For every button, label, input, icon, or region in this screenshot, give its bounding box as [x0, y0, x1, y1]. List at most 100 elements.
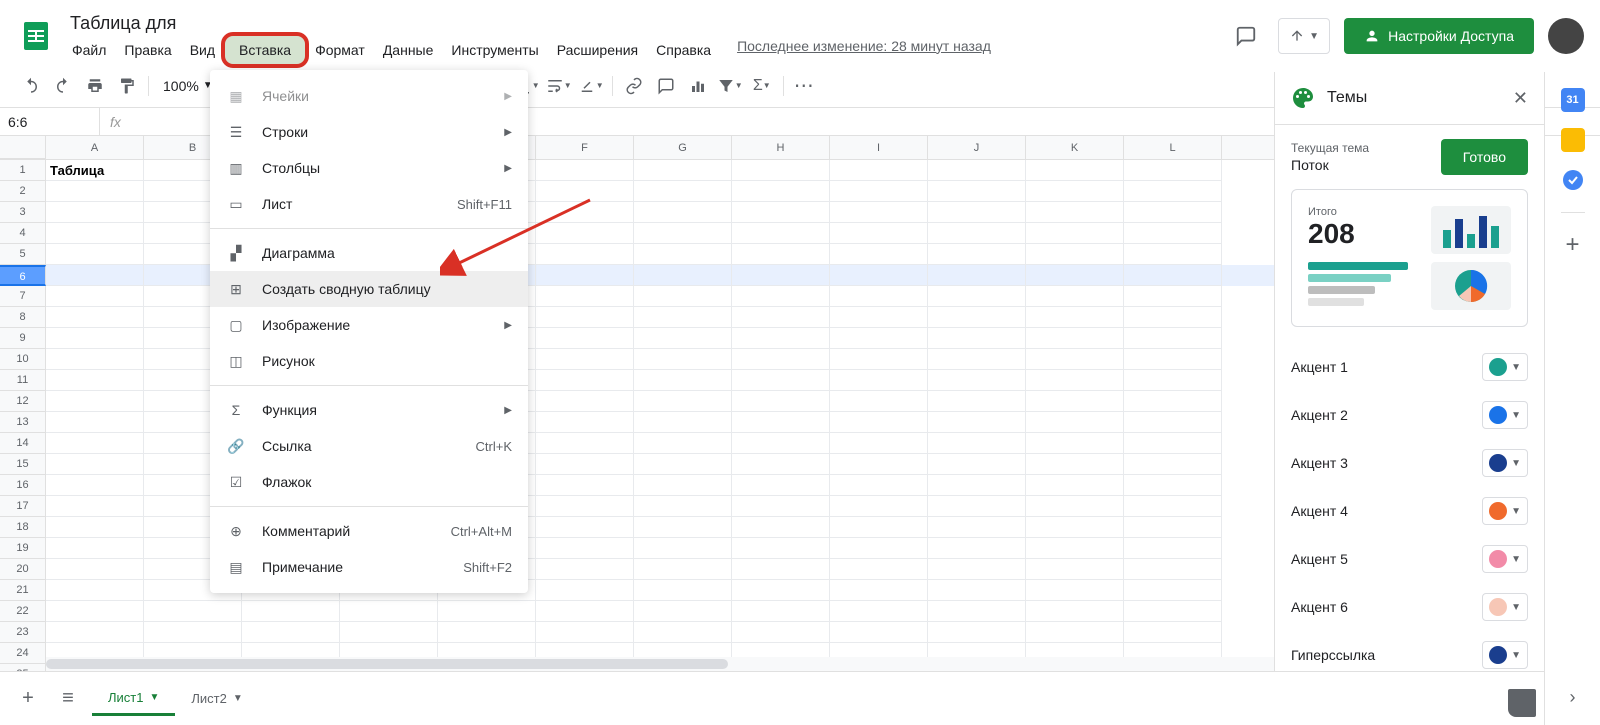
- cell[interactable]: [732, 601, 830, 622]
- row-header[interactable]: 11: [0, 370, 46, 391]
- done-button[interactable]: Готово: [1441, 139, 1528, 175]
- menu-вставка[interactable]: Вставка: [221, 32, 309, 68]
- cell[interactable]: [732, 160, 830, 181]
- menu-item-sigma[interactable]: ΣФункция▶: [210, 392, 528, 428]
- cell[interactable]: [928, 286, 1026, 307]
- cell[interactable]: [1124, 244, 1222, 265]
- row-header[interactable]: 15: [0, 454, 46, 475]
- cell[interactable]: [732, 202, 830, 223]
- cell[interactable]: [1124, 265, 1222, 286]
- cell[interactable]: [46, 391, 144, 412]
- cell[interactable]: [46, 475, 144, 496]
- cell[interactable]: [1124, 517, 1222, 538]
- cell[interactable]: [1026, 286, 1124, 307]
- menu-справка[interactable]: Справка: [648, 38, 719, 62]
- sheet-tab[interactable]: Лист1 ▼: [92, 682, 175, 716]
- menu-расширения[interactable]: Расширения: [549, 38, 646, 62]
- row-header[interactable]: 8: [0, 307, 46, 328]
- add-addon-icon[interactable]: +: [1561, 233, 1585, 257]
- cell[interactable]: [830, 601, 928, 622]
- cell[interactable]: [340, 622, 438, 643]
- cell[interactable]: [536, 223, 634, 244]
- cell[interactable]: [242, 601, 340, 622]
- cell[interactable]: [928, 433, 1026, 454]
- menu-item-sheet[interactable]: ▭ЛистShift+F11: [210, 186, 528, 222]
- cell[interactable]: [634, 601, 732, 622]
- cell[interactable]: [830, 349, 928, 370]
- cell[interactable]: [1124, 307, 1222, 328]
- cell[interactable]: [928, 202, 1026, 223]
- col-header[interactable]: I: [830, 136, 928, 159]
- cell[interactable]: [928, 475, 1026, 496]
- cell[interactable]: [830, 433, 928, 454]
- cell[interactable]: [928, 622, 1026, 643]
- collapse-rail-icon[interactable]: ›: [1561, 685, 1585, 709]
- cell[interactable]: [1026, 517, 1124, 538]
- cell[interactable]: [1124, 370, 1222, 391]
- cell[interactable]: [732, 223, 830, 244]
- cell[interactable]: [536, 244, 634, 265]
- cell[interactable]: [1124, 580, 1222, 601]
- link-button[interactable]: [619, 71, 649, 101]
- cell[interactable]: [732, 580, 830, 601]
- cell[interactable]: [928, 496, 1026, 517]
- color-picker[interactable]: ▼: [1482, 401, 1528, 429]
- cell[interactable]: [1124, 433, 1222, 454]
- cell[interactable]: [732, 349, 830, 370]
- cell[interactable]: [634, 475, 732, 496]
- cell[interactable]: [1124, 475, 1222, 496]
- cell[interactable]: [46, 412, 144, 433]
- cell[interactable]: [928, 349, 1026, 370]
- col-header[interactable]: L: [1124, 136, 1222, 159]
- cell[interactable]: [634, 181, 732, 202]
- cell[interactable]: [1026, 223, 1124, 244]
- cell[interactable]: [830, 517, 928, 538]
- cell[interactable]: [928, 223, 1026, 244]
- cell[interactable]: [830, 286, 928, 307]
- cell[interactable]: [242, 622, 340, 643]
- cell[interactable]: [928, 580, 1026, 601]
- cell[interactable]: [732, 538, 830, 559]
- cell[interactable]: [536, 370, 634, 391]
- menu-файл[interactable]: Файл: [64, 38, 114, 62]
- cell[interactable]: [830, 538, 928, 559]
- cell[interactable]: [1026, 244, 1124, 265]
- cell[interactable]: [46, 496, 144, 517]
- cell[interactable]: [1026, 391, 1124, 412]
- row-header[interactable]: 5: [0, 244, 46, 265]
- menu-item-link[interactable]: 🔗СсылкаCtrl+K: [210, 428, 528, 464]
- row-header[interactable]: 13: [0, 412, 46, 433]
- cell[interactable]: [634, 328, 732, 349]
- cell[interactable]: [46, 307, 144, 328]
- menu-вид[interactable]: Вид: [182, 38, 223, 62]
- cell[interactable]: [830, 391, 928, 412]
- cell[interactable]: [634, 202, 732, 223]
- sheet-tab[interactable]: Лист2 ▼: [175, 682, 258, 716]
- cell[interactable]: [634, 370, 732, 391]
- cell[interactable]: [634, 433, 732, 454]
- cell[interactable]: [536, 559, 634, 580]
- col-header[interactable]: F: [536, 136, 634, 159]
- cell[interactable]: [536, 517, 634, 538]
- row-header[interactable]: 20: [0, 559, 46, 580]
- tasks-icon[interactable]: [1561, 168, 1585, 192]
- menu-item-comment[interactable]: ⊕КомментарийCtrl+Alt+M: [210, 513, 528, 549]
- row-header[interactable]: 7: [0, 286, 46, 307]
- name-box[interactable]: 6:6: [0, 108, 100, 135]
- cell[interactable]: [732, 433, 830, 454]
- color-picker[interactable]: ▼: [1482, 593, 1528, 621]
- cell[interactable]: [536, 622, 634, 643]
- cell[interactable]: [1124, 286, 1222, 307]
- cell[interactable]: [536, 496, 634, 517]
- menu-item-pivot[interactable]: ⊞Создать сводную таблицу: [210, 271, 528, 307]
- cell[interactable]: [536, 265, 634, 286]
- cell[interactable]: [536, 601, 634, 622]
- cell[interactable]: [536, 181, 634, 202]
- cell[interactable]: [46, 559, 144, 580]
- cell[interactable]: [634, 496, 732, 517]
- cell[interactable]: [1124, 538, 1222, 559]
- cell[interactable]: [830, 265, 928, 286]
- cell[interactable]: [1124, 412, 1222, 433]
- undo-button[interactable]: [16, 71, 46, 101]
- row-header[interactable]: 2: [0, 181, 46, 202]
